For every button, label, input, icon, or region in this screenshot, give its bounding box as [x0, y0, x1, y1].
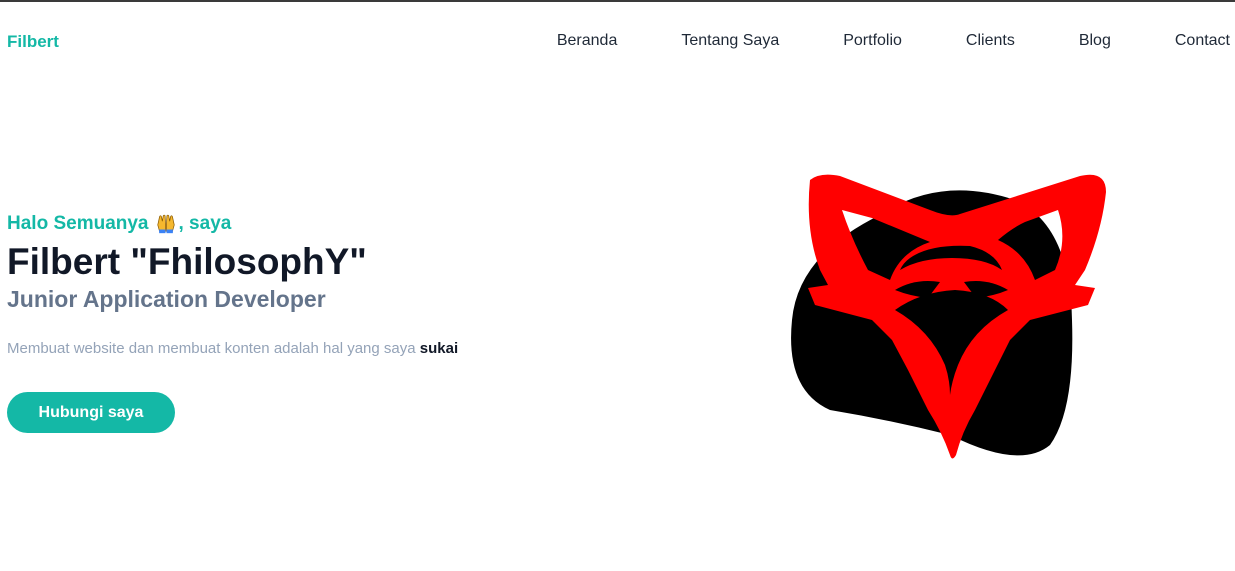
nav-link-clients[interactable]: Clients: [966, 32, 1015, 50]
hero-greeting: Halo Semuanya , saya: [7, 210, 607, 238]
hero-name: Filbert "FhilosophY": [7, 241, 367, 282]
greeting-text: Halo Semuanya: [7, 213, 149, 234]
nav-link-blog[interactable]: Blog: [1079, 32, 1111, 50]
nav-link-beranda[interactable]: Beranda: [557, 32, 618, 50]
tagline-emphasis: sukai: [419, 340, 459, 357]
hero-role: Junior Application Developer: [7, 286, 326, 312]
navbar: Filbert Beranda Tentang Saya Portfolio C…: [0, 2, 1235, 80]
nav-links: Beranda Tentang Saya Portfolio Clients B…: [557, 32, 1230, 50]
contact-me-button[interactable]: Hubungi saya: [7, 392, 175, 433]
hero-tagline: Membuat website dan membuat konten adala…: [7, 338, 607, 360]
nav-link-portfolio[interactable]: Portfolio: [843, 32, 902, 50]
hero-text: Halo Semuanya , saya Filbert "FhilosophY…: [7, 210, 607, 360]
greeting-suffix: , saya: [178, 213, 232, 234]
raised-hands-icon: [156, 214, 175, 234]
nav-link-contact[interactable]: Contact: [1175, 32, 1230, 50]
fox-logo-icon: [791, 174, 1106, 459]
tagline-text: Membuat website dan membuat konten adala…: [7, 340, 416, 357]
nav-link-tentang-saya[interactable]: Tentang Saya: [681, 32, 779, 50]
brand-logo[interactable]: Filbert: [7, 32, 59, 52]
